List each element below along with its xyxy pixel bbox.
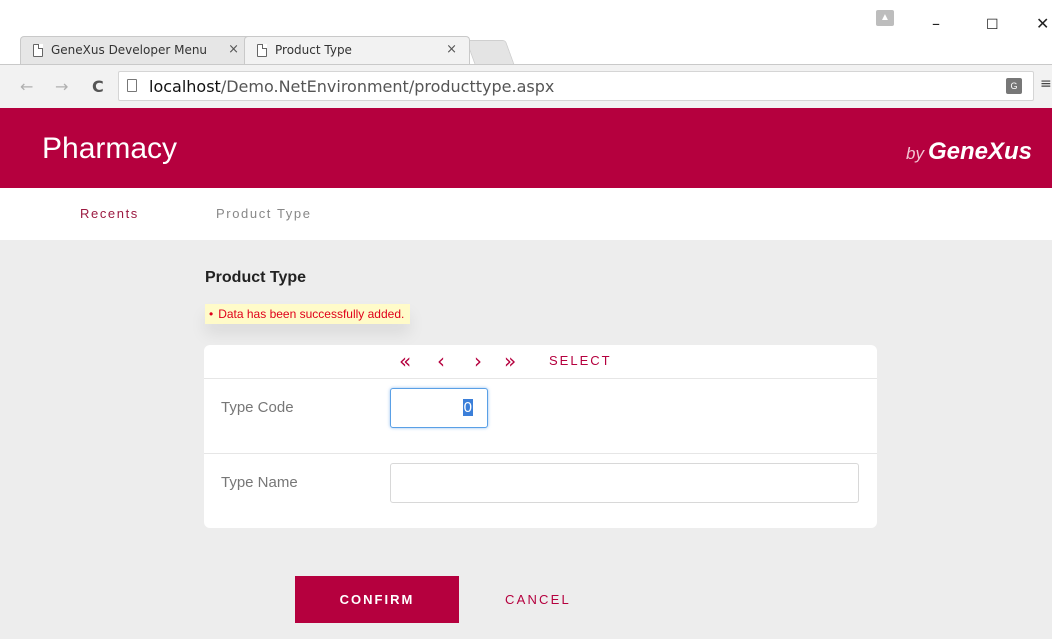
last-record-icon[interactable]: » [504,349,516,373]
brand-name: GeneXus [927,138,1032,165]
brand-logo: by GeneXus [906,138,1032,166]
success-message: • Data has been successfully added. [205,304,411,324]
type-code-value: 0 [462,399,473,416]
url-text: localhost/Demo.NetEnvironment/producttyp… [149,77,554,96]
page-title: Product Type [205,269,307,286]
tab-close-icon[interactable]: × [446,42,457,57]
translate-icon[interactable]: G [1006,78,1022,94]
browser-menu-icon[interactable]: ≡ [1040,76,1052,92]
close-window-icon[interactable]: ✕ [1036,14,1049,33]
navigation-bar: Recents Product Type [0,188,1052,240]
app-header: Pharmacy by GeneXus [0,108,1052,188]
next-record-icon[interactable]: › [474,349,482,373]
new-tab-button[interactable] [465,40,515,64]
back-icon[interactable]: ← [20,77,33,96]
cancel-button[interactable]: CANCEL [505,592,571,607]
success-message-text: Data has been successfully added. [218,307,405,321]
bullet-icon: • [209,307,214,321]
address-bar[interactable]: localhost/Demo.NetEnvironment/producttyp… [118,71,1034,101]
nav-tab-product-type[interactable]: Product Type [216,206,312,221]
type-code-row: Type Code 0 [204,379,877,454]
url-host: localhost [149,77,221,96]
tab-title: Product Type [275,43,352,57]
maximize-icon[interactable]: ☐ [986,17,999,33]
type-name-label: Type Name [221,474,298,491]
type-name-row: Type Name [204,454,877,529]
url-path: /Demo.NetEnvironment/producttype.aspx [220,77,555,96]
app-title: Pharmacy [42,132,178,165]
page-icon [127,79,137,92]
type-code-label: Type Code [221,399,294,416]
first-record-icon[interactable]: « [399,349,411,373]
tab-strip: GeneXus Developer Menu × Product Type × … [0,0,1052,64]
nav-tab-recents[interactable]: Recents [80,206,139,221]
reload-icon[interactable]: C [92,77,104,96]
page-icon [33,44,43,57]
user-profile-icon[interactable]: ▲ [876,10,894,26]
page-icon [257,44,267,57]
forward-icon[interactable]: → [55,77,68,96]
browser-toolbar: ← → C localhost/Demo.NetEnvironment/prod… [0,64,1052,108]
tab-title: GeneXus Developer Menu [51,43,208,57]
brand-by: by [905,144,924,163]
minimize-icon[interactable]: – [932,14,940,33]
confirm-button[interactable]: CONFIRM [295,576,459,623]
previous-record-icon[interactable]: ‹ [437,349,445,373]
form-card: « ‹ › » SELECT Type Code 0 Type Name [204,345,877,528]
tab-product-type[interactable]: Product Type × [244,36,470,64]
tab-close-icon[interactable]: × [228,42,239,57]
select-link[interactable]: SELECT [549,353,612,368]
tab-genexus-developer-menu[interactable]: GeneXus Developer Menu × [20,36,252,64]
record-navigation: « ‹ › » SELECT [204,345,877,379]
type-name-input[interactable] [390,463,859,503]
type-code-input[interactable]: 0 [390,388,488,428]
browser-chrome: GeneXus Developer Menu × Product Type × … [0,0,1052,108]
